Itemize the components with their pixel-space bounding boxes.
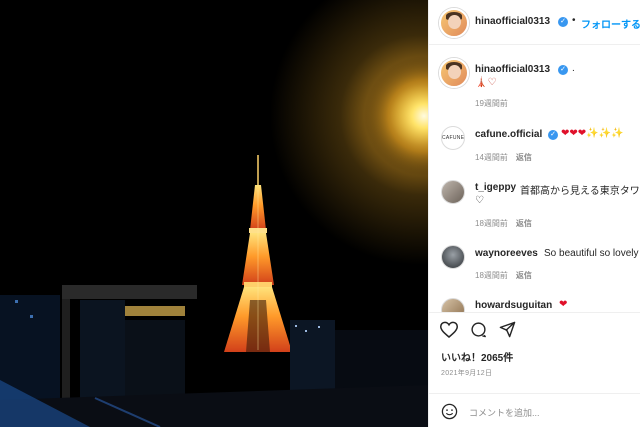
comment-bubble-icon[interactable]	[470, 321, 487, 338]
comment-text-line2: ♡	[475, 195, 484, 206]
cafune-logo-text: CAFUNE	[442, 135, 465, 141]
post-date[interactable]: 2021年9月12日	[441, 368, 492, 378]
reply-button[interactable]: 返信	[516, 271, 532, 280]
comment-time[interactable]: 18週間前	[475, 271, 508, 280]
caption-emoji: 🗼♡	[475, 77, 497, 88]
comment-meta: 14週間前 返信	[475, 152, 532, 163]
author-avatar[interactable]	[439, 8, 469, 38]
caption-time[interactable]: 19週間前	[475, 98, 508, 109]
post-header: hinaofficial0313 ✓ • フォローする	[429, 0, 640, 45]
street-lamp-glow	[364, 56, 428, 176]
comment-text: 首都高から見える東京タワー	[520, 186, 640, 197]
header-separator: •	[572, 15, 576, 26]
comment-bar: コメントを追加...	[429, 393, 640, 427]
comment-text: ❤	[559, 299, 568, 310]
smiley-icon[interactable]	[441, 403, 458, 420]
comment-meta: 18週間前 返信	[475, 270, 532, 281]
verified-badge-icon: ✓	[548, 130, 558, 140]
comment-input[interactable]: コメントを追加...	[469, 406, 540, 419]
like-count[interactable]: いいね！2065件	[441, 349, 513, 364]
tokyo-tower	[224, 155, 292, 352]
post-photo[interactable]	[0, 0, 428, 427]
comment-username[interactable]: howardsuguitan	[475, 300, 552, 311]
caption-avatar[interactable]	[439, 58, 469, 88]
caption-text: .	[572, 63, 575, 74]
comment-username[interactable]: waynoreeves	[475, 248, 538, 259]
caption-username[interactable]: hinaofficial0313	[475, 64, 550, 75]
verified-badge-icon: ✓	[558, 17, 568, 27]
commenter-avatar[interactable]: CAFUNE	[441, 126, 465, 150]
reply-button[interactable]: 返信	[516, 219, 532, 228]
post-actions: いいね！2065件 2021年9月12日 コメントを追加...	[429, 312, 640, 427]
commenter-avatar[interactable]	[441, 245, 465, 269]
paper-plane-icon[interactable]	[499, 321, 516, 338]
heart-icon[interactable]	[440, 321, 458, 338]
comment-meta: 18週間前 返信	[475, 218, 532, 229]
author-username[interactable]: hinaofficial0313	[475, 16, 550, 27]
comment-username-text[interactable]: t_igeppy	[475, 182, 516, 193]
comment-time[interactable]: 14週間前	[475, 153, 508, 162]
follow-button[interactable]: フォローする	[581, 16, 640, 31]
comment-username[interactable]: t_igeppy	[475, 182, 516, 193]
comment-username[interactable]: cafune.official	[475, 129, 542, 140]
post-side-panel: hinaofficial0313 ✓ • フォローする hinaofficial…	[428, 0, 640, 427]
verified-badge-icon: ✓	[558, 65, 568, 75]
comment-text: So beautiful so lovely	[544, 248, 639, 259]
comment-time[interactable]: 18週間前	[475, 219, 508, 228]
night-tokyo-tower-photo	[0, 56, 428, 427]
reply-button[interactable]: 返信	[516, 153, 532, 162]
commenter-avatar[interactable]	[441, 180, 465, 204]
comment-text: ❤❤❤✨✨✨	[561, 128, 624, 139]
